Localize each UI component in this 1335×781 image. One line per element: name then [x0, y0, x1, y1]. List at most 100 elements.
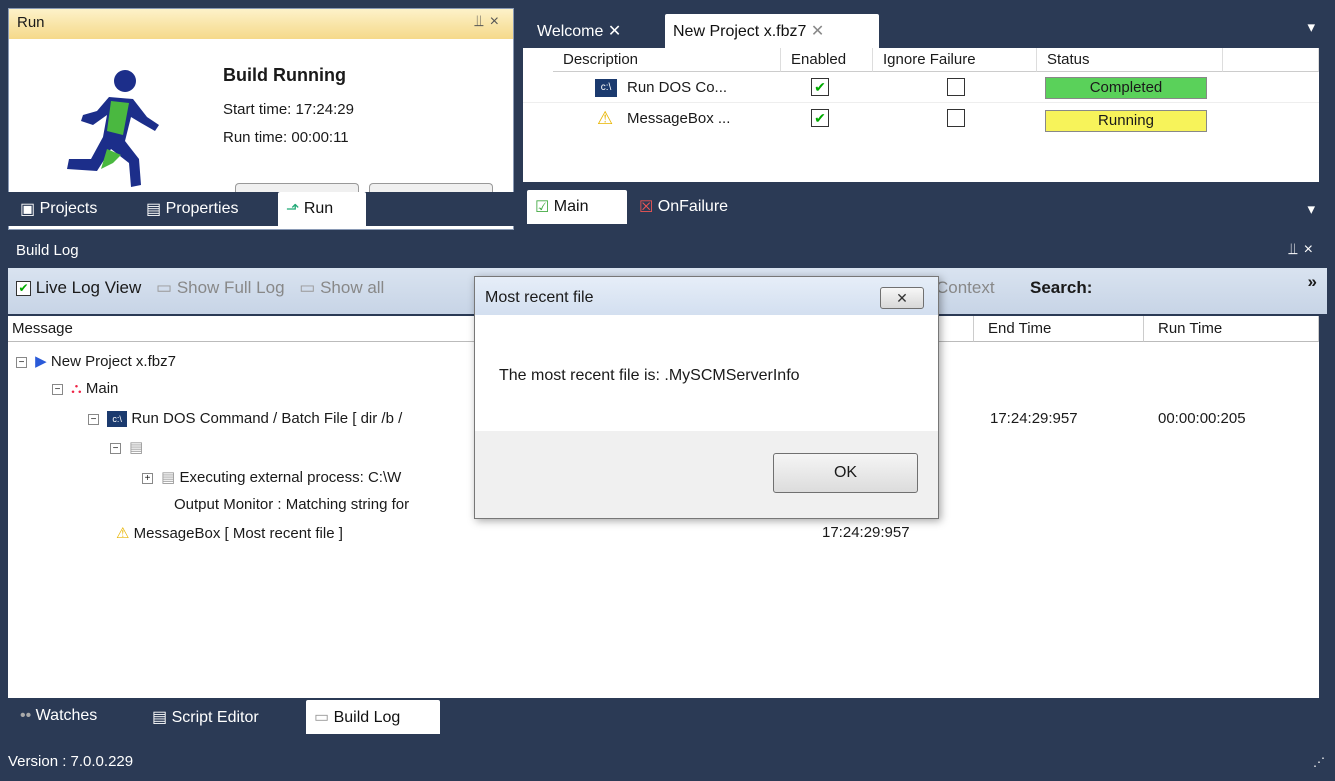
grid-header-filler: [1223, 48, 1319, 72]
grid-header-description[interactable]: Description: [553, 48, 781, 72]
tab-onfailure[interactable]: ☒ OnFailure: [631, 190, 771, 224]
tab-watches-label: Watches: [35, 707, 98, 724]
script-icon: ▤: [152, 709, 168, 726]
play-icon: ▶: [35, 353, 47, 370]
run-time-label: Run time:: [223, 129, 288, 146]
tree-row[interactable]: − ▶ New Project x.fbz7: [16, 352, 176, 370]
dialog-title-bar[interactable]: Most recent file: [475, 277, 938, 315]
warning-icon: ⚠: [116, 525, 130, 542]
grid-row-description: Run DOS Co...: [627, 79, 728, 96]
full-log-icon: ▭: [156, 278, 173, 297]
tab-script-editor-label: Script Editor: [171, 709, 259, 726]
collapse-icon[interactable]: −: [52, 383, 63, 395]
dialog-close-button[interactable]: ✕: [880, 287, 924, 309]
tab-overflow-icon[interactable]: ▾: [1307, 18, 1315, 36]
tree-row-text: New Project x.fbz7: [50, 353, 176, 370]
live-log-label[interactable]: Live Log View: [36, 278, 142, 297]
tab-welcome[interactable]: Welcome ✕: [529, 14, 663, 48]
run-time-value: 00:00:11: [291, 129, 349, 146]
version-text: Version : 7.0.0.229: [8, 753, 134, 770]
ignore-failure-checkbox[interactable]: [947, 78, 965, 96]
show-full-log-button[interactable]: Show Full Log: [177, 278, 285, 297]
pin-close-icons[interactable]: ⫫×: [475, 13, 505, 31]
tree-row-text: Run DOS Command / Batch File [ dir /b /: [131, 410, 403, 427]
grid-row[interactable]: ⚠ MessageBox ... ✔ Running: [523, 106, 1319, 134]
column-end-time[interactable]: End Time: [974, 316, 1144, 342]
tab-projects[interactable]: ▣ Projects: [12, 192, 130, 226]
checklist-icon: ☒: [639, 199, 654, 216]
dos-command-icon: c:\: [107, 411, 128, 428]
checklist-icon: ☑: [535, 199, 550, 216]
grid-row[interactable]: c:\ Run DOS Co... ✔ Completed: [523, 75, 1319, 103]
tree-row[interactable]: Output Monitor : Matching string for: [174, 496, 409, 513]
grid-header-ignore-failure[interactable]: Ignore Failure: [873, 48, 1037, 72]
projects-icon: ▣: [20, 201, 36, 218]
expand-icon[interactable]: +: [142, 472, 153, 484]
end-time-cell: 17:24:29:957: [822, 524, 910, 541]
dos-command-icon: c:\: [595, 79, 617, 97]
run-panel-title: Run ⫫×: [9, 9, 513, 39]
collapse-icon[interactable]: −: [88, 413, 99, 425]
tree-row[interactable]: − ⛬ Main: [52, 380, 118, 397]
tree-row[interactable]: − c:\ Run DOS Command / Batch File [ dir…: [88, 410, 403, 428]
collapse-icon[interactable]: −: [16, 356, 27, 368]
properties-icon: ▤: [146, 201, 162, 218]
run-tab-icon: ⬏: [286, 201, 300, 218]
tab-script-editor[interactable]: ▤ Script Editor: [144, 700, 304, 734]
tab-run[interactable]: ⬏ Run: [278, 192, 366, 226]
column-run-time[interactable]: Run Time: [1144, 316, 1319, 342]
tab-build-log[interactable]: ▭ Build Log: [306, 700, 440, 734]
tree-row[interactable]: + ▤ Executing external process: C:\W: [142, 468, 401, 486]
enabled-checkbox[interactable]: ✔: [811, 109, 829, 127]
status-badge: Running: [1045, 110, 1207, 132]
run-time-cell: 00:00:00:205: [1158, 410, 1246, 427]
build-log-title-bar: Build Log ⫫×: [8, 237, 1327, 267]
runner-icon: [67, 70, 159, 187]
tab-welcome-label: Welcome: [537, 23, 604, 40]
tree-row-text: Executing external process: C:\W: [179, 469, 402, 486]
tab-run-label: Run: [303, 200, 334, 218]
enabled-checkbox[interactable]: ✔: [811, 78, 829, 96]
tab-overflow-icon[interactable]: ▾: [1307, 200, 1315, 218]
document-icon: ▤: [129, 439, 144, 456]
close-icon[interactable]: ✕: [608, 23, 621, 40]
status-bar: Version : 7.0.0.229 ⋰: [0, 743, 1335, 781]
start-time-row: Start time: 17:24:29: [223, 101, 354, 118]
tab-properties[interactable]: ▤ Properties: [138, 192, 278, 226]
grid-header-status[interactable]: Status: [1037, 48, 1223, 72]
run-time-row: Run time: 00:00:11: [223, 129, 349, 146]
document-icon: ▤: [161, 469, 176, 486]
message-dialog: Most recent file ✕ The most recent file …: [474, 276, 939, 519]
tree-row[interactable]: − ▤: [110, 438, 143, 456]
context-button[interactable]: Context: [936, 278, 995, 298]
overflow-chevron-icon[interactable]: »: [1308, 272, 1317, 292]
tab-watches[interactable]: •• Watches: [12, 700, 138, 734]
tab-new-project[interactable]: New Project x.fbz7 ✕: [665, 14, 879, 48]
grid-header-enabled[interactable]: Enabled: [781, 48, 873, 72]
tree-row-text: Output Monitor : Matching string for: [174, 496, 410, 513]
warning-icon: ⚠: [597, 108, 614, 128]
dialog-message: The most recent file is: .MySCMServerInf…: [499, 367, 800, 384]
ok-button[interactable]: OK: [773, 453, 918, 493]
left-panel-tabs: ▣ Projects ▤ Properties ⬏ Run: [8, 192, 514, 226]
ignore-failure-checkbox[interactable]: [947, 109, 965, 127]
resize-grip-icon[interactable]: ⋰: [1313, 755, 1325, 769]
tab-new-project-label: New Project x.fbz7: [673, 23, 807, 40]
show-all-button[interactable]: Show all: [320, 278, 384, 297]
collapse-icon[interactable]: −: [110, 442, 121, 454]
search-label: Search:: [1030, 278, 1093, 297]
start-time-label: Start time:: [223, 101, 292, 118]
pin-close-icons[interactable]: ⫫×: [1289, 241, 1319, 259]
bottom-panel-tabs: •• Watches ▤ Script Editor ▭ Build Log: [8, 700, 1327, 736]
close-icon[interactable]: ✕: [811, 23, 824, 40]
tree-row-text: MessageBox [ Most recent file ]: [133, 525, 343, 542]
tab-main[interactable]: ☑ Main: [527, 190, 627, 224]
dialog-message-area: The most recent file is: .MySCMServerInf…: [475, 315, 938, 431]
live-log-checkbox[interactable]: ✔: [16, 281, 31, 297]
tree-row[interactable]: ⚠ MessageBox [ Most recent file ]: [116, 524, 343, 542]
start-time-value: 17:24:29: [295, 101, 354, 118]
dialog-title: Most recent file: [485, 289, 594, 306]
run-panel-title-text: Run: [17, 14, 45, 31]
show-all-icon: ▭: [299, 278, 316, 297]
sequence-tabs: ☑ Main ☒ OnFailure ▾: [523, 190, 1327, 226]
